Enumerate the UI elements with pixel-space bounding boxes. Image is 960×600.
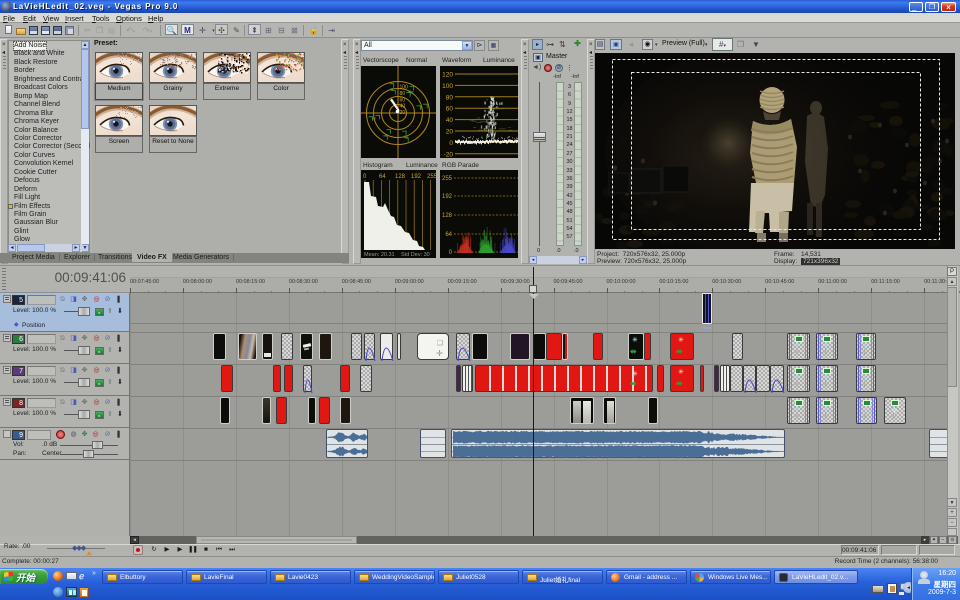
- svg-text:20: 20: [446, 129, 454, 136]
- svg-text:0: 0: [449, 140, 453, 147]
- svg-text:Yl: Yl: [372, 116, 376, 121]
- svg-text:80: 80: [446, 94, 454, 101]
- svg-text:64: 64: [445, 232, 452, 238]
- svg-text:60: 60: [446, 106, 454, 113]
- svg-text:80: 80: [400, 91, 406, 97]
- svg-text:128: 128: [395, 174, 406, 180]
- svg-text:60: 60: [400, 97, 406, 103]
- svg-text:G: G: [385, 132, 388, 137]
- svg-text:192: 192: [411, 174, 422, 180]
- svg-text:64: 64: [379, 174, 386, 180]
- svg-text:120: 120: [442, 72, 453, 79]
- svg-text:128: 128: [442, 213, 453, 219]
- svg-text:100: 100: [442, 83, 453, 90]
- svg-text:B: B: [420, 105, 423, 110]
- svg-text:255: 255: [427, 174, 436, 180]
- svg-text:20: 20: [400, 110, 406, 116]
- svg-text:-20: -20: [444, 151, 454, 158]
- svg-text:192: 192: [442, 194, 453, 200]
- svg-text:Std Dev: 30: Std Dev: 30: [401, 252, 430, 258]
- svg-text:R: R: [391, 87, 394, 92]
- svg-text:255: 255: [442, 176, 453, 182]
- svg-text:100: 100: [400, 85, 409, 91]
- svg-text:40: 40: [446, 117, 454, 124]
- svg-text:Cy: Cy: [403, 134, 408, 139]
- svg-text:Mg: Mg: [408, 89, 414, 94]
- svg-text:40: 40: [400, 104, 406, 110]
- svg-text:Mean: 20.31: Mean: 20.31: [364, 252, 395, 258]
